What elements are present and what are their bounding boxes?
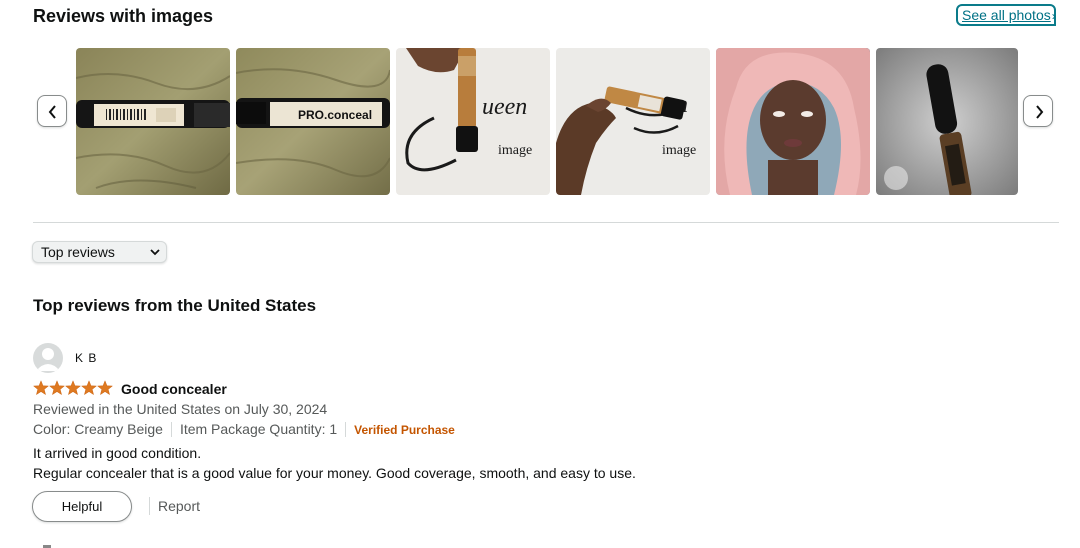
review-image-6[interactable] xyxy=(876,48,1018,195)
action-divider xyxy=(149,497,150,515)
report-link[interactable]: Report xyxy=(158,498,200,514)
review-image-3[interactable]: ueen image xyxy=(396,48,550,195)
variant-color[interactable]: Color: Creamy Beige xyxy=(33,421,163,437)
product-label-text: PRO.conceal xyxy=(298,108,372,122)
variant-divider xyxy=(345,422,347,437)
review-date: Reviewed in the United States on July 30… xyxy=(33,401,328,417)
chevron-right-small-icon: › xyxy=(1051,9,1056,23)
chevron-right-icon xyxy=(1036,105,1044,119)
star-icon xyxy=(33,380,49,396)
variant-divider xyxy=(170,422,172,437)
user-placeholder-icon xyxy=(36,348,60,371)
see-all-photos-link[interactable]: See all photos› xyxy=(956,4,1056,26)
avatar xyxy=(33,343,63,373)
chevron-left-icon xyxy=(48,105,56,119)
review-body-line: Regular concealer that is a good value f… xyxy=(33,465,636,481)
variant-package-qty: Item Package Quantity: 1 xyxy=(179,421,338,437)
watermark-image-text: image xyxy=(498,143,532,158)
review-image-1[interactable] xyxy=(76,48,230,195)
review-body-line: It arrived in good condition. xyxy=(33,445,202,461)
watermark-script-text: ueen xyxy=(482,94,527,120)
review-image-4[interactable]: n image xyxy=(556,48,710,195)
see-all-photos-label: See all photos xyxy=(962,7,1051,23)
carousel-prev-button[interactable] xyxy=(37,95,67,127)
verified-purchase-badge: Verified Purchase xyxy=(354,423,455,437)
carousel-next-button[interactable] xyxy=(1023,95,1053,127)
watermark-image-text-2: image xyxy=(662,143,696,158)
chevron-down-icon xyxy=(150,249,160,256)
star-icon xyxy=(65,380,81,396)
star-rating[interactable] xyxy=(33,380,113,396)
helpful-button[interactable]: Helpful xyxy=(32,491,132,522)
review-title[interactable]: Good concealer xyxy=(121,381,227,397)
review-image-2[interactable]: PRO.conceal xyxy=(236,48,390,195)
review-image-5[interactable] xyxy=(716,48,870,195)
top-reviews-heading: Top reviews from the United States xyxy=(33,296,317,315)
reviews-with-images-title: Reviews with images xyxy=(33,6,214,26)
star-icon xyxy=(81,380,97,396)
star-icon xyxy=(97,380,113,396)
reviewer-name: K B xyxy=(75,351,98,365)
sort-reviews-dropdown[interactable]: Top reviews xyxy=(32,241,167,263)
section-divider xyxy=(33,222,1059,223)
sort-selected-value: Top reviews xyxy=(41,244,115,260)
star-icon xyxy=(49,380,65,396)
review-variant-row: Color: Creamy Beige Item Package Quantity… xyxy=(33,421,455,437)
